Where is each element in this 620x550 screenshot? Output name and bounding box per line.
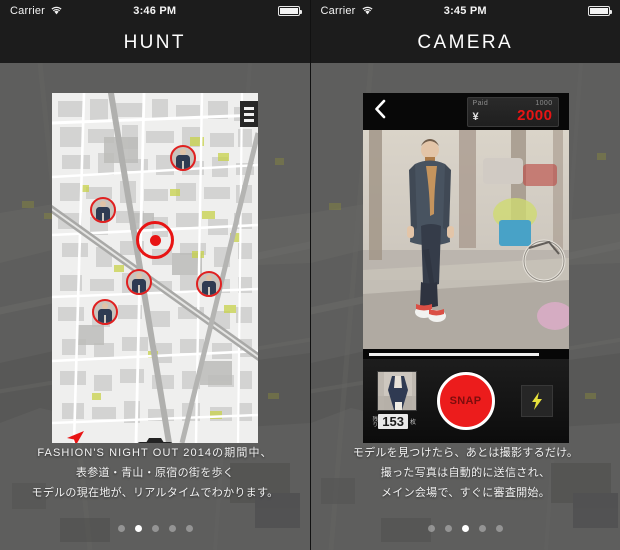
page-title: HUNT — [123, 31, 186, 53]
camera-body: Paid 1000 ¥ 2000 残り 153 枚 SNAP モデルを見つけたら… — [310, 63, 620, 550]
camera-controls: 残り 153 枚 SNAP — [362, 359, 569, 443]
model-pin-5[interactable] — [92, 299, 118, 325]
model-pin-1[interactable] — [170, 145, 196, 171]
page-dot[interactable] — [445, 525, 452, 532]
flash-bolt-icon[interactable] — [520, 385, 553, 417]
camera-caption: モデルを見つけたら、あとは撮影するだけ。 撮った写真は自動的に送信され、 メイン… — [311, 446, 620, 506]
page-dot[interactable] — [496, 525, 503, 532]
caption-line-3: メイン会場で、すぐに審査開始。 — [380, 487, 551, 500]
paid-value: 1000 — [535, 99, 553, 107]
page-dot[interactable] — [185, 525, 193, 532]
page-dot[interactable] — [151, 525, 159, 532]
shutter-button[interactable]: SNAP — [436, 372, 495, 430]
caption-line-3: モデルの現在地が、リアルタイムでわかります。 — [31, 487, 279, 500]
map-tiles — [52, 93, 258, 443]
carrier-label: Carrier — [10, 5, 46, 17]
page-dots-camera[interactable] — [311, 525, 620, 532]
page-dot-active[interactable] — [462, 525, 469, 532]
page-dot[interactable] — [428, 525, 435, 532]
remaining-unit: 枚 — [409, 420, 416, 426]
avatar — [94, 301, 116, 323]
total-amount: 2000 — [517, 106, 553, 124]
paid-label: Paid — [472, 99, 489, 107]
paid-row-bottom: ¥ 2000 — [473, 108, 553, 123]
remaining-count: 153 — [378, 414, 408, 429]
battery-full-icon — [277, 6, 302, 16]
caption-line-2: 撮った写真は自動的に送信され、 — [380, 467, 551, 480]
screen-camera: Carrier 3:45 PM CAMERA Paid 1000 ¥ 2000 … — [310, 0, 620, 550]
camera-top-bar: Paid 1000 ¥ 2000 — [362, 93, 569, 130]
caption-line-1: FASHION'S NIGHT OUT 2014の期間中、 — [37, 447, 273, 460]
remaining-counter: 残り 153 枚 — [371, 414, 417, 429]
camera-viewfinder-card: Paid 1000 ¥ 2000 残り 153 枚 SNAP — [362, 93, 569, 443]
page-dot[interactable] — [117, 525, 125, 532]
wifi-icon — [50, 2, 63, 20]
avatar — [92, 199, 114, 221]
status-bar-left: Carrier — [321, 2, 374, 20]
photo-scrubber[interactable] — [362, 349, 569, 359]
avatar — [128, 271, 150, 293]
currency-symbol: ¥ — [472, 110, 479, 123]
page-dot-active[interactable] — [134, 525, 142, 532]
street-style-model-photo — [362, 130, 569, 349]
model-pin-2[interactable] — [90, 197, 116, 223]
avatar — [172, 147, 194, 169]
page-title: CAMERA — [417, 31, 514, 53]
wifi-icon — [361, 2, 374, 20]
model-pin-3[interactable] — [126, 269, 152, 295]
page-dot[interactable] — [479, 525, 486, 532]
list-lines-icon[interactable] — [240, 101, 258, 127]
last-shot-thumbnail[interactable] — [376, 371, 417, 411]
avatar — [198, 273, 220, 295]
caption-line-2: 表参道・青山・原宿の街を歩く — [75, 467, 235, 480]
dual-screenshot-stage: Carrier 3:46 PM HUNT FASHION'S NIGHT OUT… — [0, 0, 620, 550]
page-dots-hunt[interactable] — [0, 525, 310, 532]
status-bar-right — [277, 6, 302, 16]
hunt-caption: FASHION'S NIGHT OUT 2014の期間中、 表参道・青山・原宿の… — [0, 446, 310, 506]
map-canvas[interactable] — [52, 93, 258, 443]
status-bar: Carrier 3:45 PM — [310, 0, 620, 22]
back-chevron-icon[interactable] — [373, 99, 387, 124]
current-location-target-icon — [136, 221, 174, 259]
shutter-label: SNAP — [449, 395, 482, 407]
status-bar-right — [588, 6, 612, 16]
caption-line-1: モデルを見つけたら、あとは撮影するだけ。 — [352, 447, 579, 460]
status-bar: Carrier 3:46 PM — [0, 0, 310, 22]
hunt-body: FASHION'S NIGHT OUT 2014の期間中、 表参道・青山・原宿の… — [0, 63, 310, 550]
status-bar-left: Carrier — [10, 2, 63, 20]
paid-row-top: Paid 1000 — [473, 100, 553, 107]
model-pin-4[interactable] — [196, 271, 222, 297]
title-bar: HUNT — [0, 22, 310, 63]
battery-full-icon — [588, 6, 612, 16]
screen-hunt: Carrier 3:46 PM HUNT FASHION'S NIGHT OUT… — [0, 0, 311, 550]
paid-panel: Paid 1000 ¥ 2000 — [466, 96, 559, 127]
page-dot[interactable] — [168, 525, 176, 532]
carrier-label: Carrier — [320, 5, 356, 17]
remaining-label: 残り — [371, 416, 378, 427]
title-bar: CAMERA — [310, 22, 620, 63]
thumbnail-and-counter: 残り 153 枚 — [371, 371, 417, 429]
